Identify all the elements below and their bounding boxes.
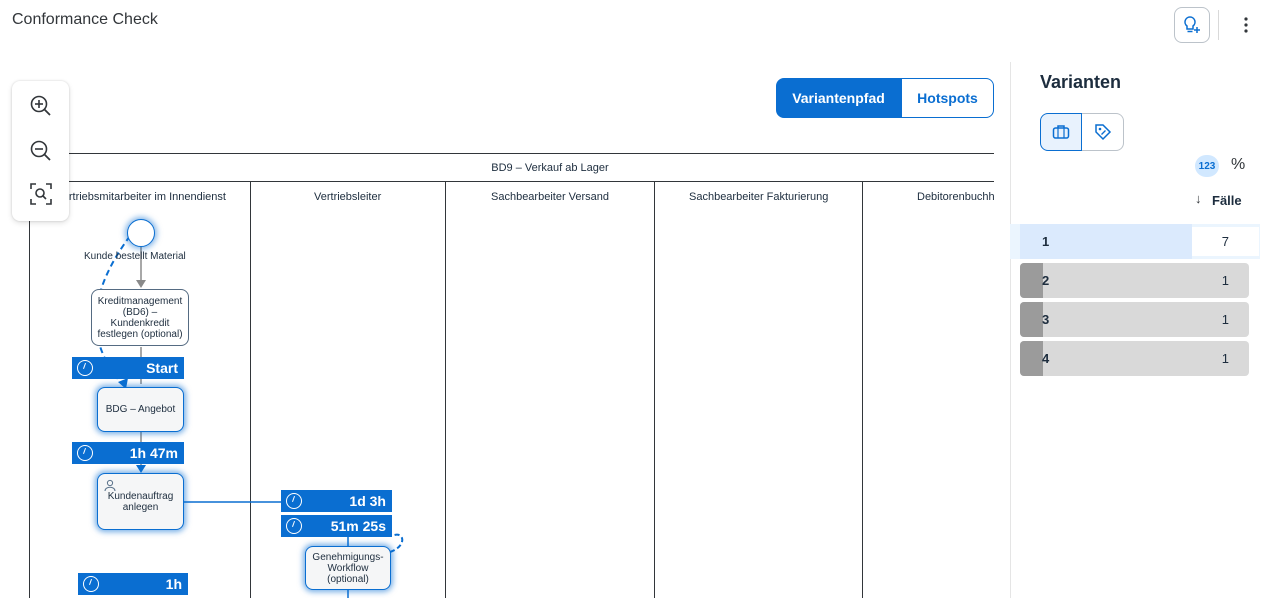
variant-id: 3 <box>1042 312 1050 327</box>
clock-icon <box>77 360 93 376</box>
header-divider <box>1218 10 1219 40</box>
start-event-label: Kunde bestellt Material <box>84 251 186 262</box>
ideas-button[interactable] <box>1174 7 1210 43</box>
variant-share-bar <box>1020 263 1043 298</box>
zoom-in-icon <box>30 95 51 116</box>
variant-id: 1 <box>1042 234 1050 249</box>
sales-order-task[interactable]: Kundenauftrag anlegen <box>97 473 184 530</box>
clock-icon <box>83 576 99 592</box>
variants-title: Varianten <box>1040 72 1122 92</box>
tag-icon <box>1094 124 1111 141</box>
variant-case-count: 7 <box>1221 234 1229 249</box>
overflow-icon <box>1244 17 1248 33</box>
clock-icon <box>77 445 93 461</box>
variant-row[interactable]: 31 <box>1020 302 1249 337</box>
duration-tag[interactable]: 1h <box>78 573 188 595</box>
variant-share-bar <box>1020 302 1043 337</box>
variant-case-count: 1 <box>1221 273 1229 288</box>
approval-workflow-task[interactable]: Genehmigungs-Workflow (optional) <box>305 546 391 590</box>
clock-icon <box>286 493 302 509</box>
start-event[interactable] <box>127 219 155 247</box>
zoom-fit-icon <box>30 183 52 205</box>
variant-share-bar <box>1020 341 1043 376</box>
credit-management-task[interactable]: Kreditmanagement (BD6) – Kundenkredit fe… <box>91 289 189 346</box>
offer-task[interactable]: BDG – Angebot <box>97 387 184 432</box>
zoom-in-button[interactable] <box>26 91 56 121</box>
variant-id: 4 <box>1042 351 1050 366</box>
sales-order-label: Kundenauftrag anlegen <box>107 490 174 513</box>
start-duration-tag[interactable]: Start <box>72 357 184 379</box>
cases-column-header[interactable]: Fälle <box>1212 193 1242 208</box>
clock-icon <box>286 518 302 534</box>
variant-row[interactable]: 17 <box>1010 224 1260 259</box>
duration-label: 1d 3h <box>349 493 386 509</box>
variant-id: 2 <box>1042 273 1050 288</box>
duration-label: 1h <box>165 576 182 592</box>
sort-descending-icon[interactable]: ↓ <box>1195 191 1202 206</box>
duration-tag[interactable]: 1h 47m <box>72 442 184 464</box>
more-options-button[interactable] <box>1236 10 1256 40</box>
zoom-fit-button[interactable] <box>26 179 56 209</box>
variant-case-count: 1 <box>1221 312 1229 327</box>
zoom-out-icon <box>30 140 51 161</box>
tags-view-toggle[interactable] <box>1082 113 1124 151</box>
percentage-toggle[interactable]: % <box>1231 156 1245 174</box>
lightbulb-add-icon <box>1184 16 1200 33</box>
zoom-out-button[interactable] <box>26 136 56 166</box>
variants-view-toggle[interactable] <box>1040 113 1082 151</box>
start-duration-label: Start <box>146 360 178 376</box>
duration-label: 1h 47m <box>129 445 178 461</box>
user-task-icon <box>104 479 116 492</box>
duration-tag[interactable]: 1d 3h <box>281 490 392 512</box>
duration-label: 51m 25s <box>330 518 386 534</box>
variant-row[interactable]: 21 <box>1020 263 1249 298</box>
absolute-count-toggle[interactable]: 123 <box>1195 155 1219 177</box>
zoom-toolbox <box>12 81 69 221</box>
duration-tag[interactable]: 51m 25s <box>281 515 392 537</box>
variant-case-count: 1 <box>1221 351 1229 366</box>
briefcase-icon <box>1052 125 1070 139</box>
variant-row[interactable]: 41 <box>1020 341 1249 376</box>
